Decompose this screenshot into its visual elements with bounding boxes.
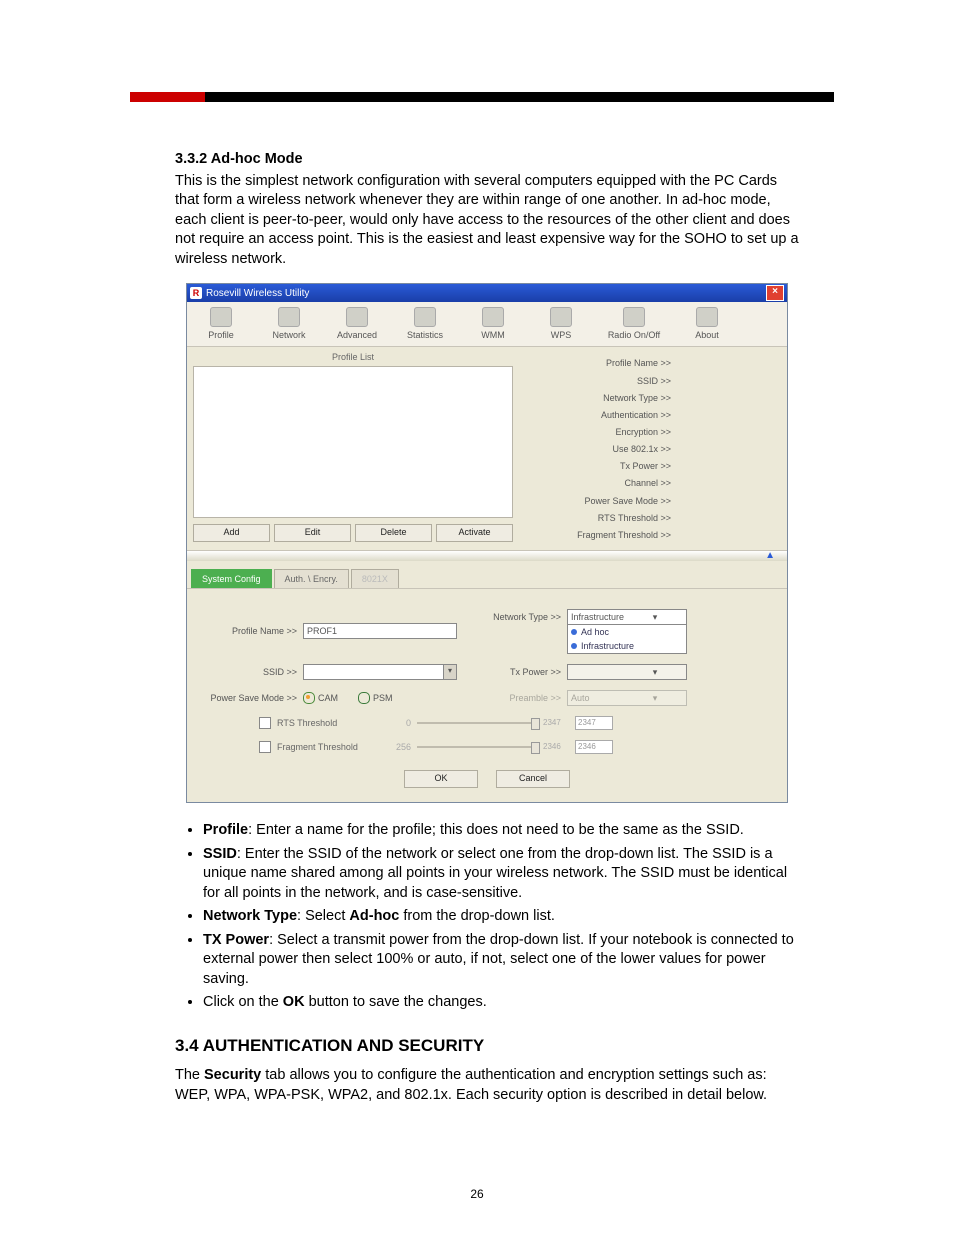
- window-title: Rosevill Wireless Utility: [206, 287, 309, 301]
- network-type-label: Network Type >>: [471, 609, 567, 623]
- bullet-list: Profile: Enter a name for the profile; t…: [175, 821, 799, 1013]
- app-logo-icon: R: [190, 287, 202, 299]
- config-tabs: System Config Auth. \ Encry. 8021X: [187, 561, 787, 588]
- psm-option-label: PSM: [373, 692, 393, 704]
- gear-icon: [346, 307, 368, 327]
- header-bar: [130, 92, 834, 102]
- list-item: Profile: Enter a name for the profile; t…: [203, 821, 799, 841]
- app-window: R Rosevill Wireless Utility × Profile Ne…: [186, 283, 788, 803]
- tab-auth-encry[interactable]: Auth. \ Encry.: [274, 569, 349, 588]
- section-intro: This is the simplest network configurati…: [175, 172, 799, 270]
- tab-network[interactable]: Network: [255, 302, 323, 346]
- ssid-label: SSID >>: [197, 666, 303, 678]
- edit-button[interactable]: Edit: [274, 524, 351, 542]
- frag-checkbox[interactable]: [259, 741, 271, 753]
- psm-label: Power Save Mode >>: [197, 692, 303, 704]
- list-item: Click on the OK button to save the chang…: [203, 993, 799, 1013]
- section-title: 3.3.2 Ad-hoc Mode: [175, 150, 799, 170]
- rts-checkbox[interactable]: [259, 717, 271, 729]
- section-heading: 3.4 AUTHENTICATION AND SECURITY: [175, 1035, 799, 1058]
- delete-button[interactable]: Delete: [355, 524, 432, 542]
- add-button[interactable]: Add: [193, 524, 270, 542]
- rts-label: RTS Threshold: [277, 717, 377, 729]
- profile-info: Profile Name >> SSID >> Network Type >> …: [519, 347, 787, 549]
- tab-statistics[interactable]: Statistics: [391, 302, 459, 346]
- network-type-select[interactable]: Infrastructure ▾ Ad hoc Infrastructure: [567, 609, 687, 654]
- rts-value-input[interactable]: 2347: [575, 716, 613, 730]
- ssid-input[interactable]: [303, 664, 444, 680]
- activate-button[interactable]: Activate: [436, 524, 513, 542]
- rts-slider[interactable]: [417, 722, 537, 724]
- list-item: SSID: Enter the SSID of the network or s…: [203, 845, 799, 904]
- profile-name-input[interactable]: PROF1: [303, 623, 457, 639]
- window-titlebar: R Rosevill Wireless Utility ×: [187, 284, 787, 302]
- frag-value-input[interactable]: 2346: [575, 740, 613, 754]
- preamble-label: Preamble >>: [471, 690, 567, 704]
- tab-wps[interactable]: WPS: [527, 302, 595, 346]
- tab-wmm[interactable]: WMM: [459, 302, 527, 346]
- cancel-button[interactable]: Cancel: [496, 770, 570, 788]
- profile-pane: Profile List Add Edit Delete Activate Pr…: [187, 347, 787, 549]
- radio-icon: [623, 307, 645, 327]
- network-icon: [278, 307, 300, 327]
- network-type-options: Ad hoc Infrastructure: [567, 625, 687, 654]
- system-config-pane: Profile Name >> PROF1 Network Type >> In…: [187, 588, 787, 802]
- profile-list-label: Profile List: [193, 351, 513, 363]
- tab-about[interactable]: About: [673, 302, 741, 346]
- about-icon: [696, 307, 718, 327]
- wps-icon: [550, 307, 572, 327]
- cam-label: CAM: [318, 692, 338, 704]
- profile-name-label: Profile Name >>: [197, 625, 303, 637]
- page-content: 3.3.2 Ad-hoc Mode This is the simplest n…: [175, 150, 799, 1119]
- profile-icon: [210, 307, 232, 327]
- main-toolbar: Profile Network Advanced Statistics WMM …: [187, 302, 787, 347]
- tab-8021x[interactable]: 8021X: [351, 569, 399, 588]
- tab-profile[interactable]: Profile: [187, 302, 255, 346]
- ssid-dropdown-icon[interactable]: ▾: [444, 664, 457, 680]
- option-adhoc[interactable]: Ad hoc: [568, 625, 686, 639]
- preamble-select: Auto▾: [567, 690, 687, 706]
- ok-button[interactable]: OK: [404, 770, 478, 788]
- chevron-down-icon: ▾: [627, 665, 683, 679]
- stats-icon: [414, 307, 436, 327]
- cam-radio[interactable]: [303, 692, 315, 704]
- wmm-icon: [482, 307, 504, 327]
- frag-label: Fragment Threshold: [277, 741, 377, 753]
- tab-advanced[interactable]: Advanced: [323, 302, 391, 346]
- security-paragraph: The Security tab allows you to configure…: [175, 1066, 799, 1105]
- tx-power-label: Tx Power >>: [471, 664, 567, 678]
- tab-system-config[interactable]: System Config: [191, 569, 272, 588]
- list-item: Network Type: Select Ad-hoc from the dro…: [203, 907, 799, 927]
- panel-collapse-toggle[interactable]: [187, 550, 787, 561]
- page-number: 26: [0, 1187, 954, 1201]
- chevron-down-icon: ▾: [627, 610, 683, 624]
- document-page: 3.3.2 Ad-hoc Mode This is the simplest n…: [0, 0, 954, 1235]
- tab-radio[interactable]: Radio On/Off: [595, 302, 673, 346]
- chevron-down-icon: ▾: [627, 691, 683, 705]
- profile-list[interactable]: [193, 366, 513, 518]
- close-icon[interactable]: ×: [766, 285, 784, 301]
- list-item: TX Power: Select a transmit power from t…: [203, 931, 799, 990]
- tx-power-select[interactable]: ▾: [567, 664, 687, 680]
- psm-radio[interactable]: [358, 692, 370, 704]
- frag-slider[interactable]: [417, 746, 537, 748]
- option-infrastructure[interactable]: Infrastructure: [568, 639, 686, 653]
